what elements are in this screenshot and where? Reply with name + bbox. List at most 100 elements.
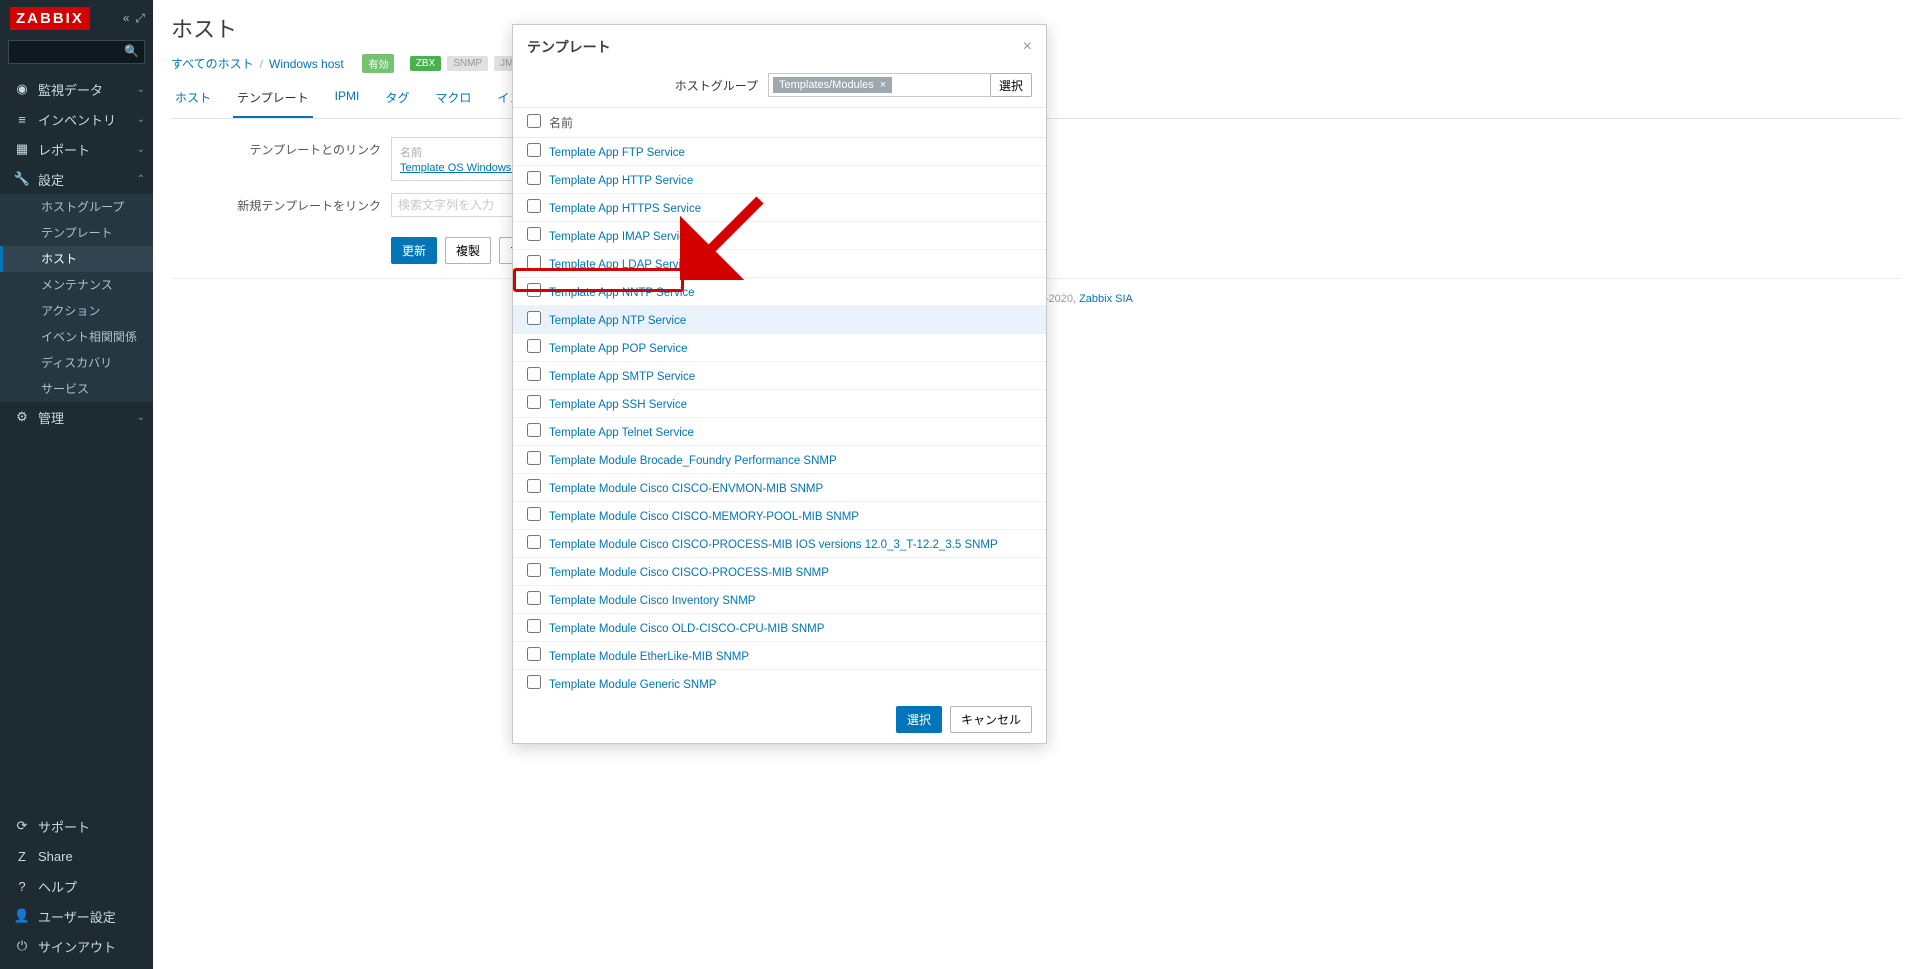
item-link[interactable]: Template App NNTP Service xyxy=(549,287,695,299)
item-checkbox[interactable] xyxy=(527,255,541,269)
item-checkbox[interactable] xyxy=(527,507,541,521)
template-list[interactable]: 名前 Template App FTP ServiceTemplate App … xyxy=(513,108,1046,696)
crumb-allhosts[interactable]: すべてのホスト xyxy=(171,55,254,72)
search-icon[interactable]: 🔍 xyxy=(124,44,139,58)
list-item[interactable]: Template App Telnet Service xyxy=(513,418,1046,446)
item-link[interactable]: Template App NTP Service xyxy=(549,315,686,327)
item-link[interactable]: Template App Telnet Service xyxy=(549,427,694,439)
sub-correlation[interactable]: イベント相関関係 xyxy=(0,324,153,350)
modal-cancel-button[interactable]: キャンセル xyxy=(950,706,1032,733)
list-item[interactable]: Template App SMTP Service xyxy=(513,362,1046,390)
tab-templates[interactable]: テンプレート xyxy=(233,83,313,118)
item-link[interactable]: Template Module Cisco Inventory SNMP xyxy=(549,595,755,607)
list-item[interactable]: Template App LDAP Service xyxy=(513,250,1046,278)
sub-maintenance[interactable]: メンテナンス xyxy=(0,272,153,298)
close-icon[interactable]: × xyxy=(1023,38,1032,56)
tab-host[interactable]: ホスト xyxy=(171,83,215,118)
item-checkbox[interactable] xyxy=(527,143,541,157)
item-link[interactable]: Template App POP Service xyxy=(549,343,688,355)
hostgroup-chips[interactable]: Templates/Modules× xyxy=(768,73,990,97)
item-checkbox[interactable] xyxy=(527,395,541,409)
list-item[interactable]: Template Module Cisco OLD-CISCO-CPU-MIB … xyxy=(513,614,1046,642)
clone-button[interactable]: 複製 xyxy=(445,237,491,264)
item-checkbox[interactable] xyxy=(527,591,541,605)
item-checkbox[interactable] xyxy=(527,675,541,689)
list-item[interactable]: Template Module Cisco CISCO-ENVMON-MIB S… xyxy=(513,474,1046,502)
nav-configuration[interactable]: 🔧設定⌃ xyxy=(0,164,153,194)
list-item[interactable]: Template App HTTPS Service xyxy=(513,194,1046,222)
list-item[interactable]: Template App IMAP Service xyxy=(513,222,1046,250)
list-item[interactable]: Template App NNTP Service xyxy=(513,278,1046,306)
item-link[interactable]: Template Module Cisco CISCO-PROCESS-MIB … xyxy=(549,539,998,551)
sub-services[interactable]: サービス xyxy=(0,376,153,402)
list-item[interactable]: Template Module Brocade_Foundry Performa… xyxy=(513,446,1046,474)
list-item[interactable]: Template Module Cisco Inventory SNMP xyxy=(513,586,1046,614)
hostgroup-select-button[interactable]: 選択 xyxy=(990,73,1032,97)
nav-reports[interactable]: ▦レポート⌄ xyxy=(0,134,153,164)
sub-templates[interactable]: テンプレート xyxy=(0,220,153,246)
item-link[interactable]: Template Module EtherLike-MIB SNMP xyxy=(549,651,749,663)
nav-signout[interactable]: ⏻サインアウト xyxy=(0,931,153,961)
sub-actions[interactable]: アクション xyxy=(0,298,153,324)
chip-remove-icon[interactable]: × xyxy=(880,79,886,91)
item-link[interactable]: Template App FTP Service xyxy=(549,147,685,159)
item-checkbox[interactable] xyxy=(527,199,541,213)
logo[interactable]: ZABBIX xyxy=(10,7,90,30)
item-link[interactable]: Template Module Cisco OLD-CISCO-CPU-MIB … xyxy=(549,623,824,635)
list-item[interactable]: Template App FTP Service xyxy=(513,138,1046,166)
nav-user[interactable]: 👤ユーザー設定 xyxy=(0,901,153,931)
item-link[interactable]: Template App IMAP Service xyxy=(549,231,691,243)
tab-ipmi[interactable]: IPMI xyxy=(331,83,364,118)
item-link[interactable]: Template Module Generic SNMP xyxy=(549,679,716,691)
item-link[interactable]: Template App SSH Service xyxy=(549,399,687,411)
item-checkbox[interactable] xyxy=(527,479,541,493)
tab-tags[interactable]: タグ xyxy=(381,83,413,118)
nav-support[interactable]: ⟳サポート xyxy=(0,811,153,841)
item-link[interactable]: Template Module Brocade_Foundry Performa… xyxy=(549,455,837,467)
item-link[interactable]: Template App HTTPS Service xyxy=(549,203,701,215)
item-link[interactable]: Template Module Cisco CISCO-PROCESS-MIB … xyxy=(549,567,829,579)
item-checkbox[interactable] xyxy=(527,423,541,437)
nav-inventory[interactable]: ≡インベントリ⌄ xyxy=(0,104,153,134)
tab-macros[interactable]: マクロ xyxy=(431,83,475,118)
list-item[interactable]: Template App HTTP Service xyxy=(513,166,1046,194)
nav-administration[interactable]: ⚙管理⌄ xyxy=(0,402,153,432)
modal-select-button[interactable]: 選択 xyxy=(896,706,942,733)
item-checkbox[interactable] xyxy=(527,647,541,661)
list-item[interactable]: Template App POP Service xyxy=(513,334,1046,362)
item-link[interactable]: Template App HTTP Service xyxy=(549,175,693,187)
item-checkbox[interactable] xyxy=(527,451,541,465)
item-checkbox[interactable] xyxy=(527,227,541,241)
list-item[interactable]: Template Module Cisco CISCO-PROCESS-MIB … xyxy=(513,558,1046,586)
update-button[interactable]: 更新 xyxy=(391,237,437,264)
nav-monitoring[interactable]: ◉監視データ⌄ xyxy=(0,74,153,104)
item-link[interactable]: Template App SMTP Service xyxy=(549,371,695,383)
sub-hosts[interactable]: ホスト xyxy=(0,246,153,272)
footer-link[interactable]: Zabbix SIA xyxy=(1079,293,1133,305)
expand-icon[interactable]: ⤢ xyxy=(135,11,145,26)
list-item[interactable]: Template App SSH Service xyxy=(513,390,1046,418)
item-checkbox[interactable] xyxy=(527,339,541,353)
item-checkbox[interactable] xyxy=(527,367,541,381)
nav-share[interactable]: ZShare xyxy=(0,841,153,871)
list-item[interactable]: Template Module Generic SNMP xyxy=(513,670,1046,696)
list-item[interactable]: Template App NTP Service xyxy=(513,306,1046,334)
item-checkbox[interactable] xyxy=(527,563,541,577)
nav-help[interactable]: ?ヘルプ xyxy=(0,871,153,901)
list-item[interactable]: Template Module Cisco CISCO-PROCESS-MIB … xyxy=(513,530,1046,558)
sub-discovery[interactable]: ディスカバリ xyxy=(0,350,153,376)
item-checkbox[interactable] xyxy=(527,619,541,633)
item-checkbox[interactable] xyxy=(527,283,541,297)
item-link[interactable]: Template App LDAP Service xyxy=(549,259,693,271)
item-link[interactable]: Template Module Cisco CISCO-ENVMON-MIB S… xyxy=(549,483,823,495)
item-checkbox[interactable] xyxy=(527,171,541,185)
item-checkbox[interactable] xyxy=(527,311,541,325)
crumb-host[interactable]: Windows host xyxy=(269,57,344,71)
list-item[interactable]: Template Module Cisco CISCO-MEMORY-POOL-… xyxy=(513,502,1046,530)
collapse-icon[interactable]: « xyxy=(123,11,130,25)
item-link[interactable]: Template Module Cisco CISCO-MEMORY-POOL-… xyxy=(549,511,859,523)
list-item[interactable]: Template Module EtherLike-MIB SNMP xyxy=(513,642,1046,670)
sub-hostgroups[interactable]: ホストグループ xyxy=(0,194,153,220)
select-all-checkbox[interactable] xyxy=(527,114,541,128)
item-checkbox[interactable] xyxy=(527,535,541,549)
